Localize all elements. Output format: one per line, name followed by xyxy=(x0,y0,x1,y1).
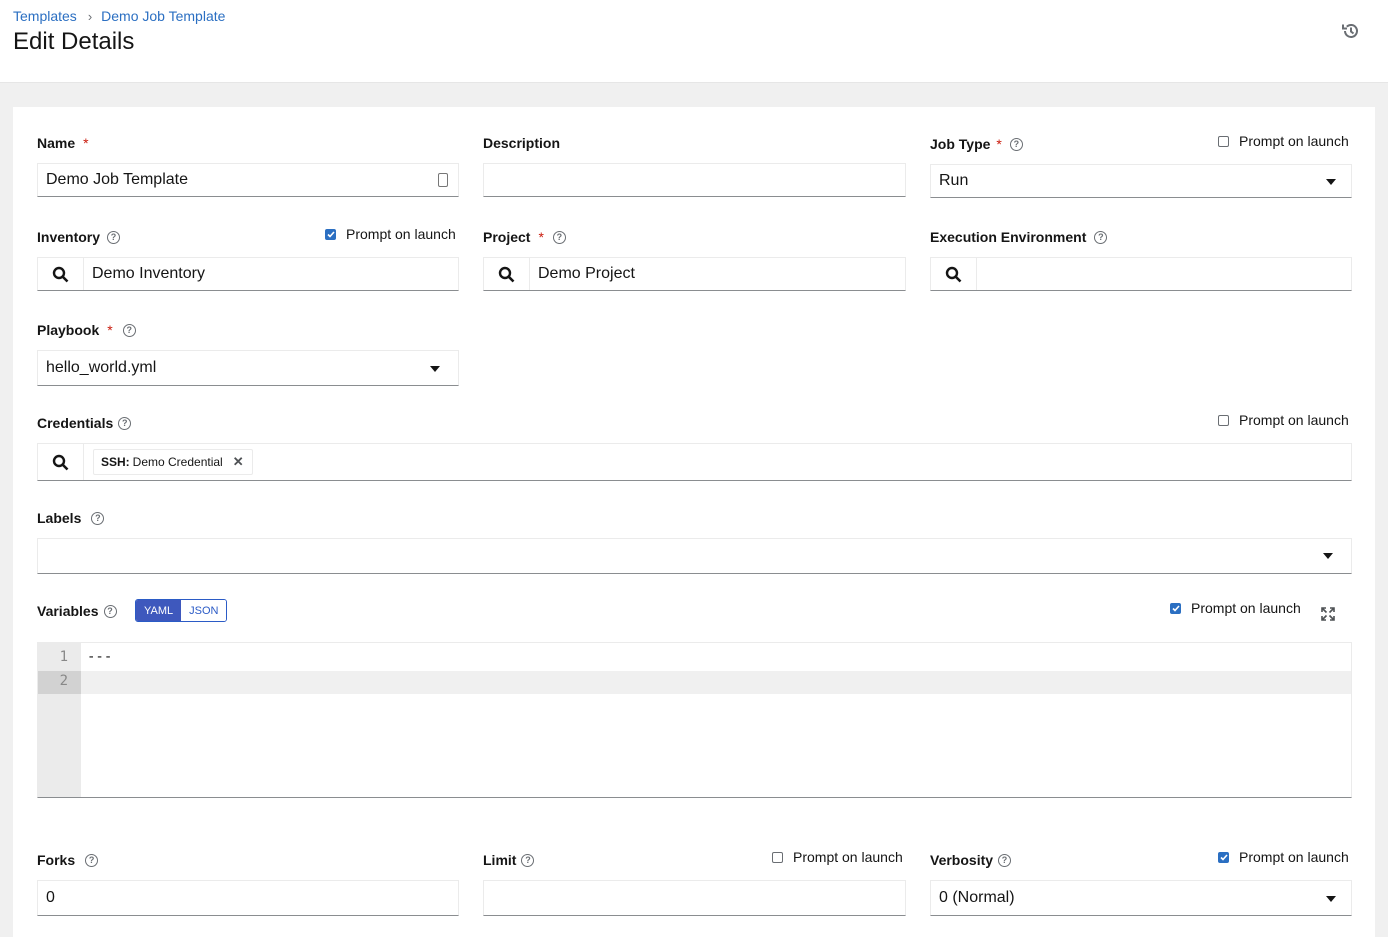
verbosity-select[interactable]: 0 (Normal) xyxy=(930,880,1352,916)
form-card: Name * Demo Job Template Description Job … xyxy=(13,107,1375,937)
limit-help-icon[interactable]: ? xyxy=(521,853,535,867)
checkbox-checked-icon[interactable] xyxy=(325,228,336,240)
labels-help-icon[interactable]: ? xyxy=(91,511,105,525)
search-icon[interactable] xyxy=(931,258,977,290)
project-label: Project *? xyxy=(483,229,566,245)
credential-chip-name: Demo Credential xyxy=(132,455,223,469)
playbook-label: Playbook *? xyxy=(37,322,136,338)
chevron-down-icon xyxy=(1323,553,1333,559)
credentials-prompt-on-launch[interactable]: Prompt on launch xyxy=(1218,412,1349,428)
job-type-help-icon[interactable]: ? xyxy=(1009,137,1023,151)
variables-mode-toggle: YAML JSON xyxy=(135,599,228,622)
job-type-prompt-on-launch[interactable]: Prompt on launch xyxy=(1218,133,1349,149)
project-help-icon[interactable]: ? xyxy=(552,230,566,244)
inventory-label: Inventory? xyxy=(37,229,121,245)
playbook-help-icon[interactable]: ? xyxy=(122,323,136,337)
yaml-toggle-button[interactable]: YAML xyxy=(136,600,182,621)
credentials-lookup[interactable]: SSH: Demo Credential ✕ xyxy=(37,443,1352,481)
forks-input[interactable]: 0 xyxy=(37,880,459,916)
credentials-help-icon[interactable]: ? xyxy=(118,416,132,430)
name-input[interactable]: Demo Job Template xyxy=(37,163,459,197)
page-title: Edit Details xyxy=(13,28,135,55)
inventory-help-icon[interactable]: ? xyxy=(107,230,121,244)
project-lookup[interactable]: Demo Project xyxy=(483,257,906,291)
editor-gutter xyxy=(38,643,81,797)
variables-help-icon[interactable]: ? xyxy=(103,604,117,618)
breadcrumb-templates-link[interactable]: Templates xyxy=(13,8,77,24)
execution-environment-lookup[interactable] xyxy=(930,257,1352,291)
checkbox-icon[interactable] xyxy=(772,851,783,863)
password-manager-icon xyxy=(438,173,448,187)
credentials-label: Credentials? xyxy=(37,415,132,431)
checkbox-checked-icon[interactable] xyxy=(1170,602,1181,614)
history-icon[interactable] xyxy=(1340,20,1362,42)
chevron-down-icon xyxy=(1326,896,1336,902)
breadcrumb-separator: › xyxy=(87,8,93,24)
job-type-select[interactable]: Run xyxy=(930,164,1352,198)
verbosity-prompt-on-launch[interactable]: Prompt on launch xyxy=(1218,849,1349,865)
search-icon[interactable] xyxy=(38,258,84,290)
breadcrumb: Templates › Demo Job Template xyxy=(13,8,225,24)
chevron-down-icon xyxy=(430,366,440,372)
editor-active-line xyxy=(38,671,1351,694)
limit-label: Limit? xyxy=(483,852,535,868)
playbook-select[interactable]: hello_world.yml xyxy=(37,350,459,386)
inventory-lookup[interactable]: Demo Inventory xyxy=(37,257,459,291)
page-header: Templates › Demo Job Template Edit Detai… xyxy=(0,0,1388,83)
job-type-label: Job Type *? xyxy=(930,136,1023,152)
variables-label: Variables? xyxy=(37,603,117,619)
labels-select[interactable] xyxy=(37,538,1352,574)
json-toggle-button[interactable]: JSON xyxy=(181,600,227,621)
inventory-prompt-on-launch[interactable]: Prompt on launch xyxy=(325,226,456,242)
code-line: --- xyxy=(87,649,113,665)
name-label: Name * xyxy=(37,135,89,151)
expand-icon[interactable] xyxy=(1321,607,1335,621)
search-icon[interactable] xyxy=(484,258,530,290)
limit-prompt-on-launch[interactable]: Prompt on launch xyxy=(772,849,903,865)
credential-chip: SSH: Demo Credential ✕ xyxy=(93,449,253,475)
breadcrumb-demo-job-template-link[interactable]: Demo Job Template xyxy=(101,8,225,24)
line-number: 2 xyxy=(59,673,68,689)
search-icon[interactable] xyxy=(38,444,84,480)
verbosity-label: Verbosity? xyxy=(930,852,1012,868)
labels-label: Labels? xyxy=(37,510,105,526)
checkbox-checked-icon[interactable] xyxy=(1218,851,1229,863)
line-number: 1 xyxy=(59,649,68,665)
execution-environment-help-icon[interactable]: ? xyxy=(1094,230,1108,244)
limit-input[interactable] xyxy=(483,880,906,916)
close-icon[interactable]: ✕ xyxy=(233,454,244,470)
checkbox-icon[interactable] xyxy=(1218,135,1229,147)
variables-code-editor[interactable]: 1 2 --- xyxy=(37,642,1352,798)
verbosity-help-icon[interactable]: ? xyxy=(998,853,1012,867)
forks-help-icon[interactable]: ? xyxy=(85,853,99,867)
credential-chip-type: SSH: xyxy=(101,455,130,469)
description-label: Description xyxy=(483,135,561,151)
variables-prompt-on-launch[interactable]: Prompt on launch xyxy=(1170,600,1301,616)
description-input[interactable] xyxy=(483,163,906,197)
chevron-down-icon xyxy=(1326,179,1336,185)
checkbox-icon[interactable] xyxy=(1218,414,1229,426)
forks-label: Forks? xyxy=(37,852,99,868)
execution-environment-label: Execution Environment? xyxy=(930,229,1108,245)
